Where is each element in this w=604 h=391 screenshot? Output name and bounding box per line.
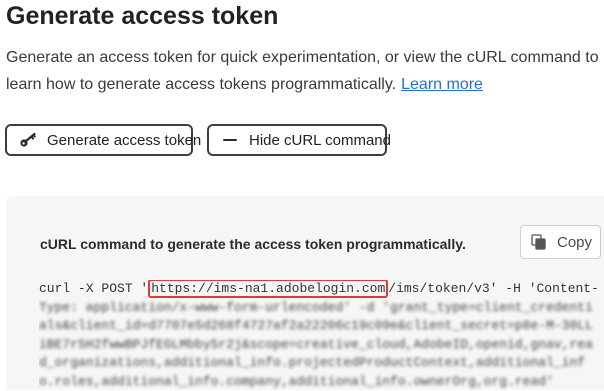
generate-access-token-button[interactable]: Generate access token — [5, 124, 193, 156]
key-icon — [19, 131, 37, 149]
copy-button[interactable]: Copy — [520, 225, 601, 259]
code-line-blurred: als&client_id=d7707e5d268f4727af2a22206c… — [39, 317, 604, 336]
code-line-blurred: o.roles,additional_info.company,addition… — [39, 373, 604, 391]
minus-icon — [221, 131, 239, 149]
code-line-blurred: iBE7r5H2fwwBPJfEGLMbby5r2j&scope=creativ… — [39, 336, 604, 355]
curl-panel-title: cURL command to generate the access toke… — [40, 236, 466, 252]
page-title: Generate access token — [6, 2, 278, 31]
code-line-blurred: d_organizations,additional_info.projecte… — [39, 354, 604, 373]
highlighted-url: https://ims-na1.adobelogin.com — [148, 280, 388, 298]
description-text: Generate an access token for quick exper… — [6, 49, 599, 93]
learn-more-link[interactable]: Learn more — [401, 76, 483, 93]
hide-curl-command-button[interactable]: Hide cURL command — [207, 124, 387, 156]
curl-code-block: curl -X POST 'https://ims-na1.adobelogin… — [39, 280, 604, 391]
hide-curl-command-label: Hide cURL command — [249, 132, 391, 149]
curl-command-panel: cURL command to generate the access toke… — [6, 196, 604, 390]
code-suffix: /ims/token/v3' -H 'Content- — [388, 281, 599, 296]
copy-label: Copy — [557, 234, 592, 251]
page-description: Generate an access token for quick exper… — [6, 44, 602, 98]
copy-icon — [531, 234, 547, 250]
code-prefix: curl -X POST ' — [39, 281, 148, 296]
generate-access-token-label: Generate access token — [47, 132, 201, 149]
code-line-blurred: Type: application/x-www-form-urlencoded'… — [39, 299, 604, 318]
code-line: curl -X POST 'https://ims-na1.adobelogin… — [39, 280, 604, 299]
